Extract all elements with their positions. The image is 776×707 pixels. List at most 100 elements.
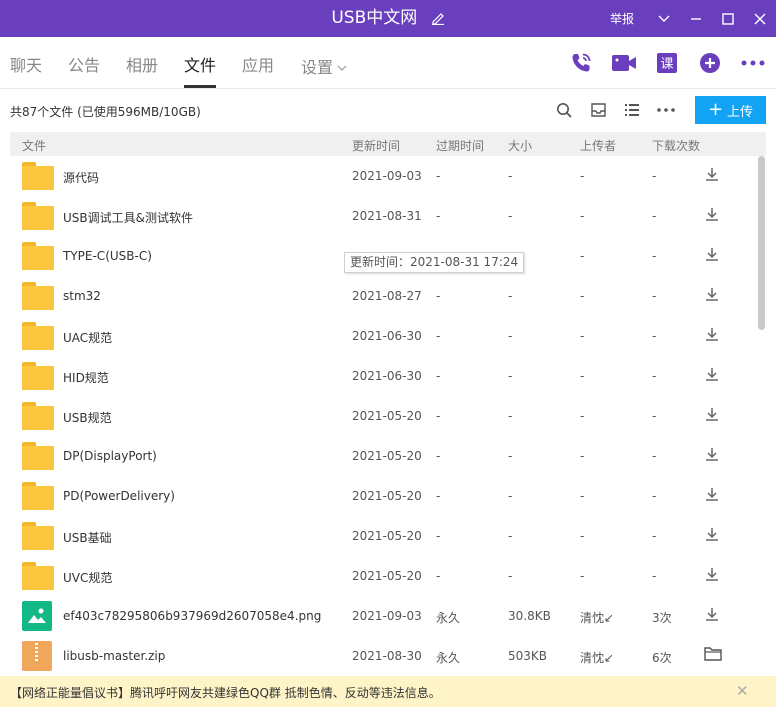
download-icon[interactable] [704, 486, 726, 506]
folder-icon [22, 202, 54, 230]
maximize-button[interactable] [712, 0, 744, 37]
folder-icon [22, 402, 54, 430]
uploader-value[interactable]: - [580, 529, 584, 543]
uploader-value[interactable]: - [580, 489, 584, 503]
table-row[interactable]: USB规范 2021-05-20- - - - [10, 396, 756, 436]
search-icon[interactable] [553, 99, 575, 121]
tab-album[interactable]: 相册 [126, 37, 158, 88]
uploader-value[interactable]: - [580, 209, 584, 223]
column-expire[interactable]: 过期时间 [436, 137, 484, 154]
download-icon[interactable] [704, 606, 726, 626]
file-name[interactable]: USB规范 [63, 409, 112, 426]
download-icon[interactable] [704, 526, 726, 546]
table-row[interactable]: USB调试工具&测试软件 2021-08-31- - - - [10, 196, 756, 236]
table-row[interactable]: PD(PowerDelivery) 2021-05-20- - - - [10, 476, 756, 516]
download-icon[interactable] [704, 366, 726, 386]
table-row[interactable]: DP(DisplayPort) 2021-05-20- - - - [10, 436, 756, 476]
updated-date: 2021-08-31 [352, 209, 422, 223]
column-size[interactable]: 大小 [508, 137, 532, 154]
download-icon[interactable] [704, 166, 726, 186]
expire-value: - [436, 329, 441, 343]
file-name[interactable]: stm32 [63, 289, 101, 303]
uploader-value[interactable]: - [580, 409, 584, 423]
file-name[interactable]: DP(DisplayPort) [63, 449, 157, 463]
uploader-value[interactable]: - [580, 289, 584, 303]
phone-icon[interactable] [568, 50, 594, 76]
video-icon[interactable] [611, 50, 637, 76]
updated-date: 2021-05-20 [352, 569, 422, 583]
column-uploader[interactable]: 上传者 [580, 137, 616, 154]
uploader-value[interactable]: 清忱↙ [580, 649, 614, 666]
scrollbar-thumb[interactable] [758, 156, 765, 330]
tab-settings[interactable]: 设置 [301, 37, 347, 88]
course-icon[interactable]: 课 [654, 50, 680, 76]
tab-files[interactable]: 文件 [184, 37, 217, 88]
download-icon[interactable] [704, 406, 726, 426]
file-name[interactable]: libusb-master.zip [63, 649, 165, 663]
file-name[interactable]: HID规范 [63, 369, 109, 386]
more-icon[interactable] [740, 50, 766, 76]
size-value: - [508, 529, 513, 543]
uploader-value[interactable]: - [580, 169, 584, 183]
size-value: - [508, 369, 513, 383]
uploader-value[interactable]: 清忱↙ [580, 609, 614, 626]
file-name[interactable]: USB基础 [63, 529, 112, 546]
file-name[interactable]: PD(PowerDelivery) [63, 489, 175, 503]
column-downloads[interactable]: 下载次数 [652, 137, 700, 154]
download-icon[interactable] [704, 246, 726, 266]
uploader-value[interactable]: - [580, 449, 584, 463]
download-icon[interactable] [704, 326, 726, 346]
close-notice-icon[interactable]: ✕ [736, 682, 749, 700]
table-row[interactable]: UAC规范 2021-06-30- - - - [10, 316, 756, 356]
download-icon[interactable] [704, 286, 726, 306]
uploader-value[interactable]: - [580, 329, 584, 343]
file-name[interactable]: USB调试工具&测试软件 [63, 209, 193, 226]
column-updated[interactable]: 更新时间 [352, 137, 400, 154]
add-icon[interactable] [697, 50, 723, 76]
folder-icon [22, 242, 54, 270]
column-file[interactable]: 文件 [22, 137, 46, 154]
minimize-button[interactable] [680, 0, 712, 37]
file-name[interactable]: ef403c78295806b937969d2607058e4.png [63, 609, 321, 623]
file-name[interactable]: UAC规范 [63, 329, 112, 346]
open-folder-icon[interactable] [704, 646, 726, 666]
inbox-icon[interactable] [587, 99, 609, 121]
table-row[interactable]: HID规范 2021-06-30- - - - [10, 356, 756, 396]
size-value: 30.8KB [508, 609, 551, 623]
tab-bar: 聊天 公告 相册 文件 应用 设置 课 [0, 37, 776, 89]
notice-text[interactable]: 【网络正能量倡议书】腾讯呼吁网友共建绿色QQ群 抵制色情、反动等违法信息。 [10, 684, 441, 701]
table-row[interactable]: 源代码 2021-09-03- - - - [10, 156, 756, 196]
uploader-value[interactable]: - [580, 569, 584, 583]
more-options-icon[interactable] [655, 99, 677, 121]
download-count: - [652, 329, 657, 343]
file-name[interactable]: 源代码 [63, 169, 99, 186]
table-row[interactable]: USB基础 2021-05-20- - - - [10, 516, 756, 556]
table-row[interactable]: ef403c78295806b937969d2607058e4.png 2021-… [10, 596, 756, 636]
file-summary: 共87个文件 (已使用596MB/10GB) [10, 105, 201, 119]
scrollbar[interactable] [756, 156, 766, 676]
table-row[interactable]: stm32 2021-08-27- - - - [10, 276, 756, 316]
dropdown-icon[interactable] [648, 0, 680, 37]
size-value: 503KB [508, 649, 548, 663]
file-name[interactable]: UVC规范 [63, 569, 112, 586]
table-row[interactable]: UVC规范 2021-05-20- - - - [10, 556, 756, 596]
tab-chat[interactable]: 聊天 [10, 37, 42, 88]
download-count: 3次 [652, 611, 672, 625]
tab-apps[interactable]: 应用 [242, 37, 274, 88]
download-count: 6次 [652, 651, 672, 665]
table-row[interactable]: libusb-master.zip 2021-08-30 永久 503KB 清忱↙ 6次 [10, 636, 756, 676]
group-name: USB中文网 [331, 8, 418, 28]
report-button[interactable]: 举报 [610, 10, 634, 27]
plus-icon: + [707, 99, 724, 120]
list-view-icon[interactable] [621, 99, 643, 121]
uploader-value[interactable]: - [580, 249, 584, 263]
download-icon[interactable] [704, 446, 726, 466]
file-name[interactable]: TYPE-C(USB-C) [63, 249, 152, 263]
upload-button[interactable]: + 上传 [695, 96, 766, 124]
close-button[interactable] [744, 0, 776, 37]
uploader-value[interactable]: - [580, 369, 584, 383]
tab-announcement[interactable]: 公告 [68, 37, 100, 88]
edit-name-icon[interactable] [431, 2, 445, 39]
download-icon[interactable] [704, 566, 726, 586]
download-icon[interactable] [704, 206, 726, 226]
